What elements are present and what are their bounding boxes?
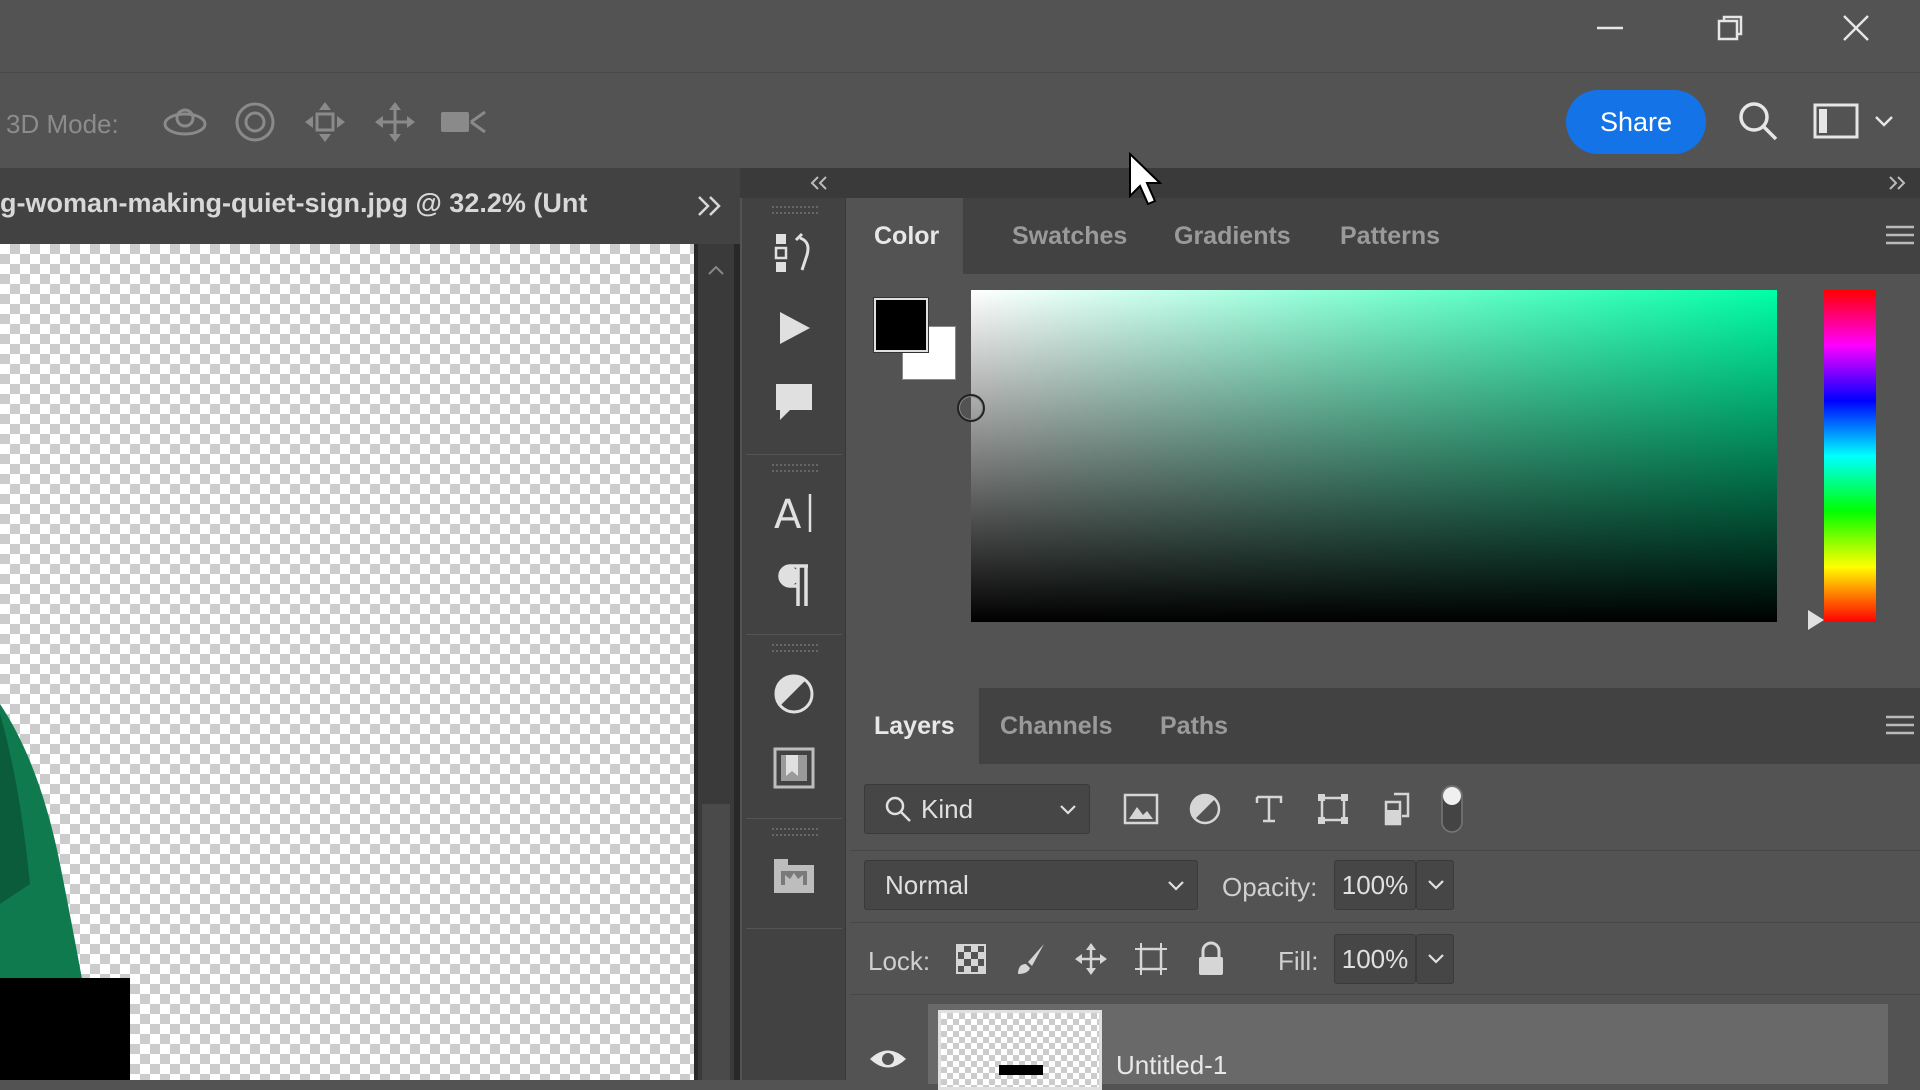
strip-divider	[746, 634, 842, 635]
panel-menu-icon[interactable]	[1886, 224, 1914, 246]
strip-divider	[746, 928, 842, 929]
layer-name[interactable]: Untitled-1	[1116, 1050, 1227, 1081]
thumbnail-content	[999, 1065, 1043, 1075]
shape-filter-icon[interactable]	[1310, 786, 1356, 832]
lock-move-icon[interactable]	[1070, 938, 1112, 980]
options-bar: 3D Mode: Share	[0, 72, 1920, 168]
camera-zoom-icon[interactable]	[438, 95, 492, 149]
filter-toggle-icon[interactable]	[1438, 785, 1466, 833]
actions-play-icon[interactable]	[768, 302, 820, 354]
restore-icon[interactable]	[1700, 8, 1760, 48]
panel-icon-strip: A	[742, 198, 846, 1080]
tab-patterns[interactable]: Patterns	[1316, 198, 1464, 274]
opacity-field[interactable]: 100%	[1334, 860, 1416, 910]
color-panel: Color Swatches Gradients Patterns	[850, 198, 1920, 678]
3d-mode-label: 3D Mode:	[6, 109, 119, 139]
svg-text:A: A	[774, 492, 802, 536]
layers-panel-tabs: Layers Channels Paths	[850, 688, 1920, 764]
vertical-scrollbar[interactable]	[698, 244, 734, 1080]
properties-folder-icon[interactable]	[768, 850, 820, 902]
grip-handle[interactable]	[772, 828, 818, 836]
tab-gradients[interactable]: Gradients	[1150, 198, 1315, 274]
drag-3d-icon[interactable]	[298, 95, 352, 149]
document-tab[interactable]: g-woman-making-quiet-sign.jpg @ 32.2% (U…	[0, 168, 740, 244]
blend-mode-value: Normal	[885, 869, 969, 900]
color-panel-tabs: Color Swatches Gradients Patterns	[850, 198, 1920, 274]
grip-handle[interactable]	[772, 206, 818, 214]
title-bar	[0, 0, 1920, 72]
chevron-down-icon	[1428, 954, 1444, 964]
adjustment-filter-icon[interactable]	[1182, 786, 1228, 832]
strip-divider	[746, 454, 842, 455]
panel-divider	[850, 994, 1920, 995]
canvas-area[interactable]	[0, 244, 740, 1080]
kind-filter-label: Kind	[921, 793, 974, 824]
image-filter-icon[interactable]	[1118, 786, 1164, 832]
collapse-left-icon[interactable]	[808, 172, 830, 199]
history-icon[interactable]	[768, 228, 820, 280]
tab-paths[interactable]: Paths	[1136, 688, 1252, 764]
scroll-thumb[interactable]	[702, 804, 730, 1080]
grip-handle[interactable]	[772, 464, 818, 472]
tab-color[interactable]: Color	[850, 198, 964, 274]
chevron-down-icon[interactable]	[1866, 93, 1902, 149]
layer-thumbnail[interactable]	[938, 1010, 1102, 1090]
layers-panel: Layers Channels Paths Kind Normal Opacit…	[850, 688, 1920, 1090]
photoshop-window: 3D Mode: Share g-woman-making-quiet-sign…	[0, 0, 1920, 1090]
kind-filter-select[interactable]: Kind	[864, 784, 1090, 834]
lock-brush-icon[interactable]	[1010, 938, 1052, 980]
scroll-up-icon[interactable]	[698, 250, 734, 290]
roll-3d-icon[interactable]	[228, 95, 282, 149]
lock-label: Lock:	[868, 946, 931, 976]
lock-all-icon[interactable]	[1190, 938, 1232, 980]
document-canvas[interactable]	[0, 244, 694, 1080]
comments-icon[interactable]	[768, 376, 820, 428]
tab-channels[interactable]: Channels	[976, 688, 1137, 764]
share-button[interactable]: Share	[1566, 90, 1706, 154]
strip-divider	[746, 818, 842, 819]
collapse-right-icon[interactable]	[1886, 172, 1908, 199]
lock-artboard-icon[interactable]	[1130, 938, 1172, 980]
orbit-3d-icon[interactable]	[158, 95, 212, 149]
lock-transparent-icon[interactable]	[950, 938, 992, 980]
foreground-color-swatch[interactable]	[874, 298, 928, 352]
fill-dropdown[interactable]	[1416, 934, 1454, 984]
smartobject-filter-icon[interactable]	[1374, 786, 1420, 832]
chevron-down-icon	[1060, 805, 1076, 815]
color-picker-ring[interactable]	[957, 394, 985, 422]
grip-handle[interactable]	[772, 644, 818, 652]
panel-divider	[850, 850, 1920, 851]
adjustments-icon[interactable]	[768, 668, 820, 720]
hue-slider-marker[interactable]	[1808, 610, 1824, 630]
panel-divider	[850, 922, 1920, 923]
color-picker-field[interactable]	[957, 290, 1777, 622]
blend-mode-select[interactable]: Normal	[864, 860, 1198, 910]
tab-swatches[interactable]: Swatches	[988, 198, 1151, 274]
close-icon[interactable]	[1826, 8, 1886, 48]
double-chevron-right-icon[interactable]	[690, 186, 730, 226]
panel-dock-header	[740, 168, 1920, 198]
tab-layers[interactable]: Layers	[850, 688, 979, 764]
subject-image	[0, 704, 130, 1080]
minimize-icon[interactable]	[1580, 8, 1640, 48]
mouse-cursor-icon	[1129, 152, 1162, 206]
workspace-icon[interactable]	[1808, 93, 1864, 149]
document-title: g-woman-making-quiet-sign.jpg @ 32.2% (U…	[0, 188, 588, 218]
character-icon[interactable]: A	[768, 486, 820, 538]
slide-3d-icon[interactable]	[368, 95, 422, 149]
fill-field[interactable]: 100%	[1334, 934, 1416, 984]
opacity-label: Opacity:	[1222, 872, 1318, 902]
hue-slider[interactable]	[1824, 290, 1876, 622]
opacity-dropdown[interactable]	[1416, 860, 1454, 910]
chevron-down-icon	[1168, 881, 1184, 891]
chevron-down-icon	[1428, 880, 1444, 890]
libraries-icon[interactable]	[768, 742, 820, 794]
paragraph-icon[interactable]	[768, 560, 820, 612]
search-icon[interactable]	[1730, 93, 1786, 149]
search-icon	[885, 796, 911, 822]
panel-menu-icon[interactable]	[1886, 714, 1914, 736]
eye-icon[interactable]	[868, 1044, 908, 1074]
type-filter-icon[interactable]	[1246, 786, 1292, 832]
fill-label: Fill:	[1278, 946, 1319, 976]
